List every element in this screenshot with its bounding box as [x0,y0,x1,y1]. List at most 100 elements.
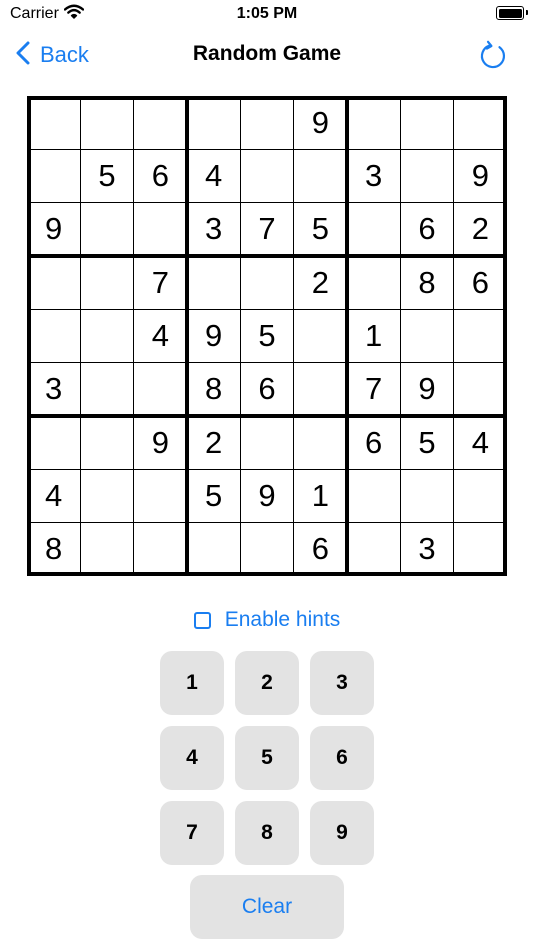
grid-cell[interactable]: 6 [454,256,507,309]
grid-cell[interactable] [294,309,347,362]
grid-cell[interactable]: 3 [27,363,80,416]
enable-hints-label: Enable hints [224,608,341,631]
key-6-button[interactable]: 6 [310,726,374,790]
key-1-button[interactable]: 1 [160,651,224,715]
key-2-button[interactable]: 2 [235,651,299,715]
grid-cell[interactable]: 7 [240,203,293,256]
grid-cell[interactable]: 6 [294,523,347,576]
grid-cell[interactable] [80,203,133,256]
key-8-button[interactable]: 8 [235,801,299,865]
grid-cell[interactable]: 6 [240,363,293,416]
key-4-button[interactable]: 4 [160,726,224,790]
grid-cell[interactable]: 9 [454,149,507,202]
grid-cell[interactable]: 2 [454,203,507,256]
grid-cell[interactable] [134,363,187,416]
grid-cell[interactable]: 9 [134,416,187,469]
grid-cell[interactable] [347,256,400,309]
grid-cell[interactable]: 4 [27,469,80,522]
grid-cell[interactable] [27,96,80,149]
grid-cell[interactable] [400,96,453,149]
grid-cell[interactable]: 5 [294,203,347,256]
grid-cell[interactable] [27,416,80,469]
grid-cell[interactable] [27,309,80,362]
grid-cell[interactable]: 9 [294,96,347,149]
box-divider-vertical [185,96,189,576]
grid-cell[interactable]: 3 [187,203,240,256]
grid-cell[interactable]: 9 [400,363,453,416]
grid-cell[interactable] [454,363,507,416]
grid-cell[interactable] [134,469,187,522]
clear-button[interactable]: Clear [190,875,344,939]
key-5-button[interactable]: 5 [235,726,299,790]
grid-cell[interactable]: 7 [134,256,187,309]
grid-cell[interactable]: 1 [294,469,347,522]
grid-cell[interactable]: 6 [400,203,453,256]
grid-cell[interactable]: 7 [347,363,400,416]
grid-cell[interactable] [400,309,453,362]
grid-cell[interactable] [347,96,400,149]
grid-cell[interactable] [187,96,240,149]
grid-cell[interactable]: 8 [400,256,453,309]
box-divider-vertical [503,96,507,576]
grid-cell[interactable]: 8 [27,523,80,576]
grid-cell[interactable] [454,469,507,522]
refresh-button[interactable] [478,40,508,70]
grid-line-vertical [79,96,81,576]
grid-cell[interactable]: 9 [27,203,80,256]
grid-cell[interactable] [80,256,133,309]
grid-cell[interactable]: 5 [240,309,293,362]
grid-cell[interactable] [27,256,80,309]
grid-cell[interactable]: 4 [187,149,240,202]
grid-cell[interactable]: 5 [80,149,133,202]
grid-cell[interactable]: 8 [187,363,240,416]
grid-cell[interactable] [240,416,293,469]
grid-cell[interactable] [240,523,293,576]
grid-cell[interactable] [240,256,293,309]
grid-cell[interactable] [80,309,133,362]
grid-cell[interactable] [347,203,400,256]
grid-cell[interactable]: 5 [400,416,453,469]
grid-cell[interactable]: 2 [187,416,240,469]
grid-cell[interactable] [134,523,187,576]
grid-cell[interactable]: 9 [240,469,293,522]
grid-cell[interactable] [400,469,453,522]
grid-cell[interactable] [134,96,187,149]
grid-cell[interactable]: 5 [187,469,240,522]
grid-cell[interactable] [454,523,507,576]
grid-cell[interactable] [294,149,347,202]
grid-cell[interactable]: 4 [454,416,507,469]
grid-cell[interactable]: 9 [187,309,240,362]
grid-cell[interactable] [454,96,507,149]
grid-cell[interactable] [80,96,133,149]
grid-cell[interactable] [454,309,507,362]
grid-cell[interactable] [134,203,187,256]
key-7-button[interactable]: 7 [160,801,224,865]
key-3-button[interactable]: 3 [310,651,374,715]
enable-hints-toggle[interactable]: Enable hints [0,608,534,632]
grid-cell[interactable] [80,416,133,469]
grid-cell[interactable] [240,96,293,149]
grid-cell[interactable] [187,256,240,309]
grid-cell[interactable]: 3 [347,149,400,202]
grid-cell[interactable]: 3 [400,523,453,576]
grid-cell[interactable]: 6 [347,416,400,469]
grid-cell[interactable]: 6 [134,149,187,202]
checkbox-icon[interactable] [193,611,211,629]
grid-cell[interactable] [80,363,133,416]
grid-cell[interactable]: 4 [134,309,187,362]
grid-cell[interactable] [347,523,400,576]
grid-cell[interactable]: 2 [294,256,347,309]
key-9-button[interactable]: 9 [310,801,374,865]
grid-cell[interactable] [80,469,133,522]
grid-cell[interactable] [347,469,400,522]
grid-cell[interactable]: 1 [347,309,400,362]
grid-cell[interactable] [80,523,133,576]
grid-cell[interactable] [240,149,293,202]
grid-cell[interactable] [294,416,347,469]
grid-cell[interactable] [294,363,347,416]
grid-cell[interactable] [400,149,453,202]
grid-cell[interactable] [187,523,240,576]
grid-cell[interactable] [27,149,80,202]
battery-cap [526,10,528,15]
grid-line-vertical [293,96,295,576]
